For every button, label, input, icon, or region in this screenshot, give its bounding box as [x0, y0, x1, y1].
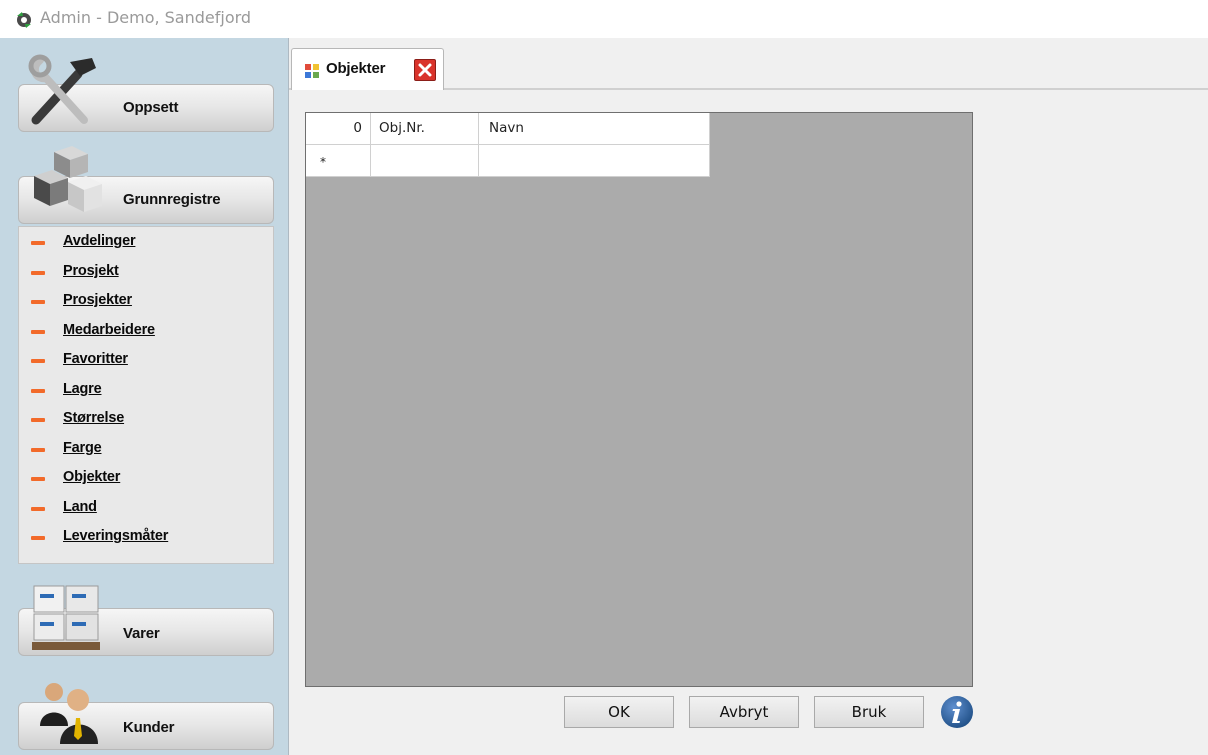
new-row-objnr-cell[interactable] — [371, 145, 479, 177]
sidebar-item-label: Lagre — [63, 381, 102, 397]
bullet-icon — [31, 418, 45, 422]
sidebar-item-label: Land — [63, 499, 97, 515]
tools-icon — [28, 54, 96, 125]
row-count: 0 — [353, 120, 362, 136]
sidebar-item-label: Avdelinger — [63, 233, 136, 249]
new-row-header[interactable]: * — [306, 145, 371, 177]
bullet-icon — [31, 536, 45, 540]
section-kunder-label: Kunder — [123, 719, 175, 736]
sidebar-item-label: Objekter — [63, 469, 121, 485]
bullet-icon — [31, 507, 45, 511]
cancel-button[interactable]: Avbryt — [689, 696, 799, 728]
sidebar-item-label: Farge — [63, 440, 102, 456]
bullet-icon — [31, 300, 45, 304]
new-row-marker: * — [320, 155, 326, 169]
tab-label: Objekter — [326, 60, 386, 77]
new-row-navn-cell[interactable] — [479, 145, 710, 177]
bullet-icon — [31, 271, 45, 275]
section-oppsett-label: Oppsett — [123, 99, 179, 116]
boxes-icon — [34, 146, 102, 212]
sidebar-item-label: Leveringsmåter — [63, 528, 169, 544]
bullet-icon — [31, 330, 45, 334]
bullet-icon — [31, 448, 45, 452]
section-varer-label: Varer — [123, 625, 160, 642]
ok-button[interactable]: OK — [564, 696, 674, 728]
section-grunnregistre-label: Grunnregistre — [123, 191, 221, 208]
workspace: Objekter 0 Obj.Nr. Navn * OK Avbryt Bruk — [289, 38, 1208, 755]
grid-row-count-cell: 0 — [306, 113, 371, 145]
sidebar-item-label: Størrelse — [63, 410, 125, 426]
column-header-navn[interactable]: Navn — [479, 113, 710, 145]
data-grid[interactable]: 0 Obj.Nr. Navn * — [305, 112, 973, 687]
app-logo-icon — [17, 12, 31, 28]
sidebar-item-label: Medarbeidere — [63, 322, 155, 338]
bullet-icon — [31, 477, 45, 481]
column-header-label: Navn — [489, 120, 524, 136]
window-title: Admin - Demo, Sandefjord — [40, 8, 252, 27]
close-icon — [418, 63, 432, 77]
apply-button[interactable]: Bruk — [814, 696, 924, 728]
close-tab-button[interactable] — [414, 59, 436, 81]
sidebar-item-label: Prosjekter — [63, 292, 132, 308]
sidebar-item-label: Prosjekt — [63, 263, 119, 279]
sidebar: Oppsett Grunnregistre Avdelinger Prosjek… — [0, 38, 289, 755]
info-icon[interactable] — [940, 695, 974, 729]
pallet-icon — [32, 585, 100, 650]
people-icon — [40, 683, 98, 744]
bullet-icon — [31, 241, 45, 245]
tab-objekter[interactable]: Objekter — [291, 48, 444, 90]
column-header-label: Obj.Nr. — [379, 120, 425, 136]
title-bar: Admin - Demo, Sandefjord — [0, 0, 1208, 38]
form-icon — [305, 64, 319, 78]
bullet-icon — [31, 389, 45, 393]
bullet-icon — [31, 359, 45, 363]
sidebar-item-label: Favoritter — [63, 351, 128, 367]
grunnregistre-submenu: Avdelinger Prosjekt Prosjekter Medarbeid… — [18, 226, 274, 564]
column-header-objnr[interactable]: Obj.Nr. — [371, 113, 479, 145]
